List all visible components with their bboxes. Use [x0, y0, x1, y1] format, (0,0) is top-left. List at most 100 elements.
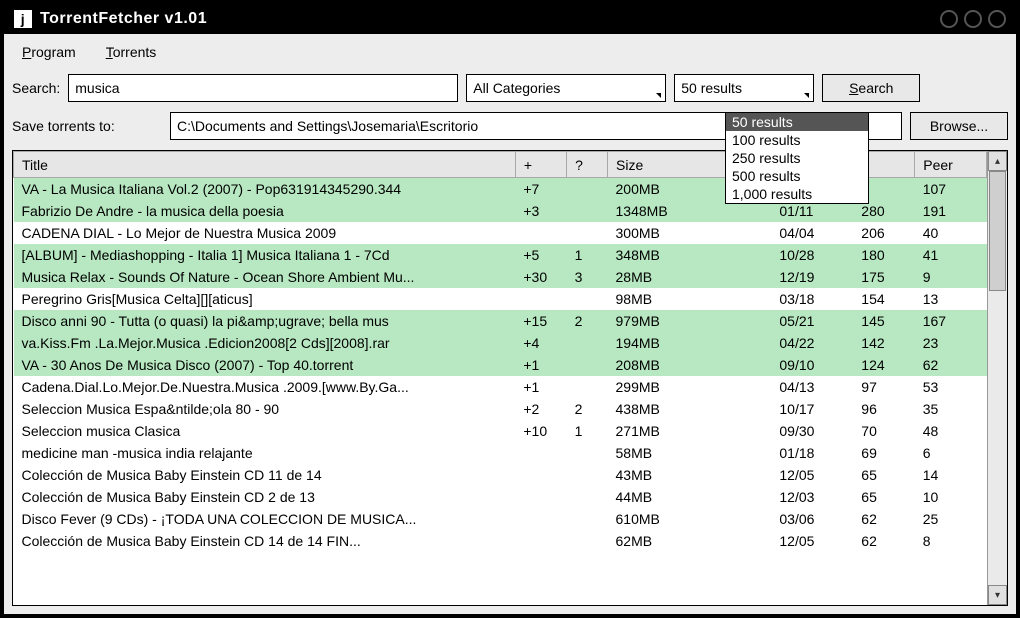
col-title[interactable]: Title — [14, 152, 516, 178]
cell-size: 58MB — [608, 442, 772, 464]
search-button[interactable]: Search — [822, 74, 920, 102]
cell-seed: 154 — [853, 288, 914, 310]
cell-size: 299MB — [608, 376, 772, 398]
cell-q — [567, 530, 608, 552]
cell-title: medicine man -musica india relajante — [14, 442, 516, 464]
cell-size: 28MB — [608, 266, 772, 288]
table-row[interactable]: [ALBUM] - Mediashopping - Italia 1] Musi… — [14, 244, 987, 266]
table-body: VA - La Musica Italiana Vol.2 (2007) - P… — [14, 178, 987, 552]
cell-date: 12/05 — [771, 530, 853, 552]
cell-peer: 8 — [915, 530, 987, 552]
cell-plus: +2 — [515, 398, 566, 420]
cell-title: [ALBUM] - Mediashopping - Italia 1] Musi… — [14, 244, 516, 266]
results-dropdown[interactable]: 50 results 100 results 250 results 500 r… — [725, 112, 869, 204]
cell-title: Fabrizio De Andre - la musica della poes… — [14, 200, 516, 222]
table-row[interactable]: Colección de Musica Baby Einstein CD 11 … — [14, 464, 987, 486]
cell-peer: 25 — [915, 508, 987, 530]
cell-size: 98MB — [608, 288, 772, 310]
cell-size: 438MB — [608, 398, 772, 420]
table-row[interactable]: CADENA DIAL - Lo Mejor de Nuestra Musica… — [14, 222, 987, 244]
cell-seed: 65 — [853, 464, 914, 486]
minimize-button[interactable] — [940, 10, 958, 28]
cell-date: 04/13 — [771, 376, 853, 398]
cell-title: Seleccion musica Clasica — [14, 420, 516, 442]
cell-size: 271MB — [608, 420, 772, 442]
cell-peer: 40 — [915, 222, 987, 244]
cell-plus: +15 — [515, 310, 566, 332]
cell-date: 09/30 — [771, 420, 853, 442]
maximize-button[interactable] — [964, 10, 982, 28]
cell-peer: 107 — [915, 178, 987, 200]
cell-q — [567, 486, 608, 508]
cell-date: 10/28 — [771, 244, 853, 266]
browse-button[interactable]: Browse... — [910, 112, 1008, 140]
dropdown-option[interactable]: 100 results — [726, 131, 868, 149]
cell-seed: 70 — [853, 420, 914, 442]
cell-peer: 9 — [915, 266, 987, 288]
cell-seed: 124 — [853, 354, 914, 376]
table-row[interactable]: medicine man -musica india relajante 58MB… — [14, 442, 987, 464]
cell-peer: 35 — [915, 398, 987, 420]
cell-seed: 206 — [853, 222, 914, 244]
table-row[interactable]: Cadena.Dial.Lo.Mejor.De.Nuestra.Musica .… — [14, 376, 987, 398]
category-select[interactable]: All Categories — [466, 74, 666, 102]
vertical-scrollbar[interactable]: ▴ ▾ — [987, 151, 1007, 605]
dropdown-icon — [804, 93, 809, 98]
col-plus[interactable]: + — [515, 152, 566, 178]
scroll-track[interactable] — [988, 171, 1007, 585]
cell-q: 1 — [567, 244, 608, 266]
col-q[interactable]: ? — [567, 152, 608, 178]
cell-peer: 10 — [915, 486, 987, 508]
scroll-down-icon[interactable]: ▾ — [988, 585, 1007, 605]
dropdown-option[interactable]: 500 results — [726, 167, 868, 185]
table-row[interactable]: Disco anni 90 - Tutta (o quasi) la pi&am… — [14, 310, 987, 332]
cell-date: 09/10 — [771, 354, 853, 376]
close-button[interactable] — [988, 10, 1006, 28]
search-input[interactable] — [68, 74, 458, 102]
cell-q: 2 — [567, 398, 608, 420]
cell-plus: +1 — [515, 376, 566, 398]
cell-title: VA - La Musica Italiana Vol.2 (2007) - P… — [14, 178, 516, 200]
cell-title: Colección de Musica Baby Einstein CD 2 d… — [14, 486, 516, 508]
cell-title: Disco Fever (9 CDs) - ¡TODA UNA COLECCIO… — [14, 508, 516, 530]
cell-seed: 96 — [853, 398, 914, 420]
menu-torrents[interactable]: Torrents — [106, 44, 157, 60]
col-peer[interactable]: Peer — [915, 152, 987, 178]
table-row[interactable]: Peregrino Gris[Musica Celta][][aticus]98… — [14, 288, 987, 310]
table-row[interactable]: va.Kiss.Fm .La.Mejor.Musica .Edicion2008… — [14, 332, 987, 354]
cell-seed: 62 — [853, 508, 914, 530]
table-row[interactable]: VA - 30 Anos De Musica Disco (2007) - To… — [14, 354, 987, 376]
cell-q — [567, 508, 608, 530]
table-row[interactable]: Colección de Musica Baby Einstein CD 2 d… — [14, 486, 987, 508]
cell-size: 62MB — [608, 530, 772, 552]
table-row[interactable]: Disco Fever (9 CDs) - ¡TODA UNA COLECCIO… — [14, 508, 987, 530]
dropdown-option[interactable]: 1,000 results — [726, 185, 868, 203]
cell-q — [567, 200, 608, 222]
cell-size: 43MB — [608, 464, 772, 486]
titlebar[interactable]: j TorrentFetcher v1.01 — [4, 4, 1016, 34]
cell-seed: 145 — [853, 310, 914, 332]
menu-program[interactable]: Program — [22, 44, 76, 60]
app-window: j TorrentFetcher v1.01 Program Torrents … — [0, 0, 1020, 618]
scroll-up-icon[interactable]: ▴ — [988, 151, 1007, 171]
search-label: Search: — [12, 80, 60, 96]
dropdown-option[interactable]: 250 results — [726, 149, 868, 167]
cell-plus: +10 — [515, 420, 566, 442]
scroll-thumb[interactable] — [989, 171, 1006, 291]
cell-q: 1 — [567, 420, 608, 442]
cell-date: 12/05 — [771, 464, 853, 486]
table-row[interactable]: Seleccion musica Clasica+101271MB09/3070… — [14, 420, 987, 442]
app-icon: j — [14, 10, 32, 28]
cell-peer: 191 — [915, 200, 987, 222]
table-row[interactable]: Seleccion Musica Espa&ntilde;ola 80 - 90… — [14, 398, 987, 420]
results-select[interactable]: 50 results — [674, 74, 814, 102]
cell-seed: 142 — [853, 332, 914, 354]
table-row[interactable]: Musica Relax - Sounds Of Nature - Ocean … — [14, 266, 987, 288]
cell-date: 04/04 — [771, 222, 853, 244]
dropdown-option[interactable]: 50 results — [726, 113, 868, 131]
table-row[interactable]: Colección de Musica Baby Einstein CD 14 … — [14, 530, 987, 552]
cell-date: 01/18 — [771, 442, 853, 464]
cell-title: Colección de Musica Baby Einstein CD 14 … — [14, 530, 516, 552]
cell-seed: 180 — [853, 244, 914, 266]
cell-size: 348MB — [608, 244, 772, 266]
